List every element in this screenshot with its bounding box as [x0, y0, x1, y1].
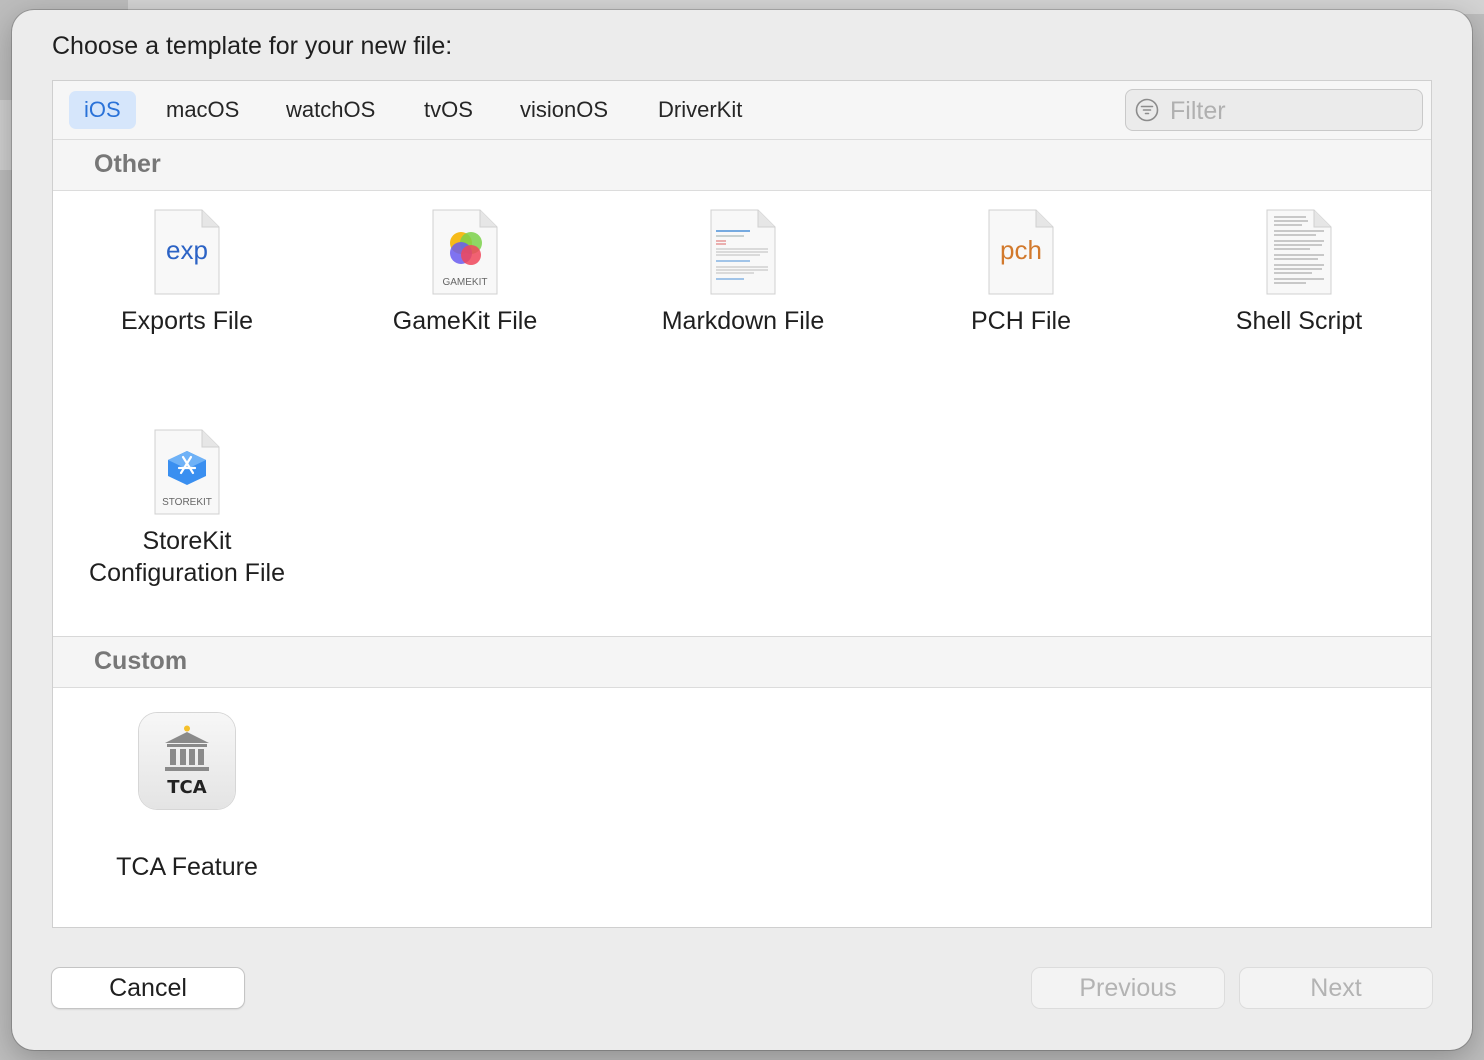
shell-script-icon — [1266, 209, 1332, 295]
template-label: PCH File — [970, 307, 1071, 335]
filter-field[interactable] — [1125, 89, 1423, 131]
template-label-line-1: StoreKit — [142, 527, 232, 555]
template-label: Exports File — [121, 307, 253, 335]
template-storekit-configuration-file[interactable]: STOREKIT StoreKit Configuration File — [57, 429, 317, 589]
exports-file-icon: exp — [154, 209, 220, 295]
template-exports-file[interactable]: exp Exports File — [57, 209, 317, 337]
next-button[interactable]: Next — [1240, 968, 1432, 1008]
template-label: TCA Feature — [116, 853, 258, 881]
filter-icon — [1135, 98, 1159, 122]
template-tca-feature[interactable]: TCA TCA Feature — [57, 713, 317, 883]
storekit-file-icon: STOREKIT — [154, 429, 220, 515]
template-label-line-2: Configuration File — [89, 559, 285, 587]
template-label: Shell Script — [1235, 307, 1363, 335]
template-gamekit-file[interactable]: GAMEKIT GameKit File — [335, 209, 595, 337]
tab-visionos[interactable]: visionOS — [505, 91, 623, 129]
section-title: Custom — [94, 647, 188, 675]
section-header-custom: Custom — [53, 637, 1431, 688]
tab-driverkit[interactable]: DriverKit — [643, 91, 757, 129]
template-label: GameKit File — [392, 307, 538, 335]
tab-ios[interactable]: iOS — [69, 91, 136, 129]
bank-building-icon — [165, 725, 209, 771]
tca-feature-icon: TCA — [139, 713, 235, 809]
template-shell-script[interactable]: Shell Script — [1169, 209, 1429, 337]
section-header-other: Other — [53, 140, 1431, 191]
storekit-icon-text: STOREKIT — [162, 497, 212, 508]
previous-button[interactable]: Previous — [1032, 968, 1224, 1008]
gamekit-file-icon: GAMEKIT — [432, 209, 498, 295]
template-pch-file[interactable]: pch PCH File — [891, 209, 1151, 337]
tab-tvos[interactable]: tvOS — [409, 91, 488, 129]
platform-tab-bar: iOS macOS watchOS tvOS visionOS DriverKi… — [53, 81, 1431, 140]
pch-file-icon: pch — [988, 209, 1054, 295]
template-label: Markdown File — [661, 307, 825, 335]
new-file-dialog: Choose a template for your new file: iOS… — [12, 10, 1472, 1050]
pch-icon-text: pch — [1000, 235, 1042, 265]
tab-watchos[interactable]: watchOS — [271, 91, 390, 129]
cancel-button[interactable]: Cancel — [52, 968, 244, 1008]
tab-macos[interactable]: macOS — [151, 91, 254, 129]
template-markdown-file[interactable]: Markdown File — [613, 209, 873, 337]
dialog-title: Choose a template for your new file: — [52, 32, 453, 60]
gamekit-icon-text: GAMEKIT — [442, 277, 487, 288]
markdown-file-icon — [710, 209, 776, 295]
section-title: Other — [94, 150, 161, 178]
filter-input[interactable] — [1168, 94, 1412, 128]
template-panel: iOS macOS watchOS tvOS visionOS DriverKi… — [52, 80, 1432, 928]
exports-icon-text: exp — [166, 235, 208, 265]
tca-icon-text: TCA — [167, 777, 207, 798]
